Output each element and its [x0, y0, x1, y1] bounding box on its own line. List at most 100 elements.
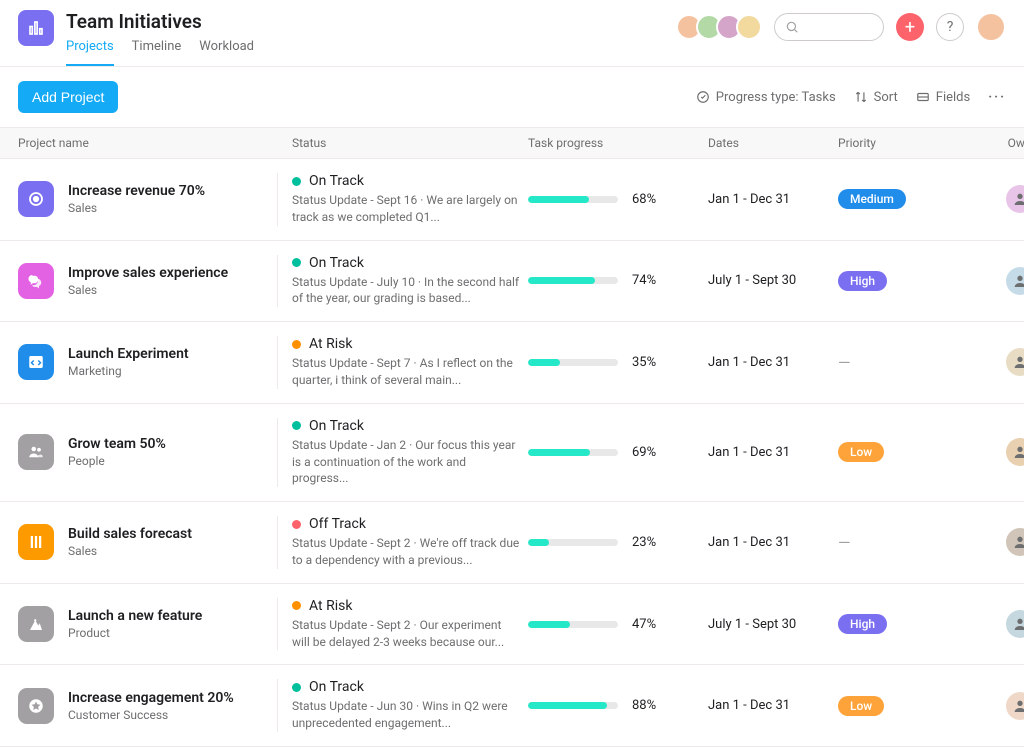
priority-cell[interactable]: — — [838, 533, 948, 552]
status-cell[interactable]: Off Track Status Update - Sept 2 · We're… — [278, 516, 528, 569]
owner-cell[interactable] — [948, 438, 1024, 466]
project-cell[interactable]: Increase engagement 20% Customer Success — [18, 679, 278, 732]
col-priority[interactable]: Priority — [838, 136, 948, 150]
status-cell[interactable]: On Track Status Update - Jan 2 · Our foc… — [278, 418, 528, 487]
priority-cell[interactable]: — — [838, 353, 948, 372]
status-cell[interactable]: On Track Status Update - July 10 · In th… — [278, 255, 528, 308]
project-icon — [18, 263, 54, 299]
project-cell[interactable]: Launch a new feature Product — [18, 598, 278, 651]
dates-cell[interactable]: July 1 - Sept 30 — [708, 273, 838, 288]
col-owner[interactable]: Owner — [948, 136, 1024, 150]
project-row[interactable]: Build sales forecast Sales Off Track Sta… — [0, 502, 1024, 584]
owner-cell[interactable] — [948, 610, 1024, 638]
owner-avatar[interactable] — [1006, 528, 1024, 556]
col-project[interactable]: Project name — [18, 136, 278, 150]
priority-cell[interactable]: Low — [838, 442, 948, 462]
page-title: Team Initiatives — [66, 10, 254, 33]
status-update: Status Update - Sept 16 · We are largely… — [292, 192, 520, 226]
priority-badge: Low — [838, 442, 884, 462]
tab-projects[interactable]: Projects — [66, 39, 114, 66]
project-name: Launch Experiment — [68, 346, 189, 362]
project-cell[interactable]: Build sales forecast Sales — [18, 516, 278, 569]
project-row[interactable]: Increase revenue 70% Sales On Track Stat… — [0, 159, 1024, 241]
owner-avatar[interactable] — [1006, 692, 1024, 720]
more-button[interactable]: ··· — [988, 90, 1006, 105]
sort-button[interactable]: Sort — [854, 90, 898, 105]
tab-workload[interactable]: Workload — [199, 39, 254, 66]
status-update: Status Update - Jan 2 · Our focus this y… — [292, 437, 520, 487]
col-status[interactable]: Status — [278, 136, 528, 150]
status-dot-icon — [292, 520, 301, 529]
priority-cell[interactable]: High — [838, 614, 948, 634]
status-update: Status Update - Jun 30 · Wins in Q2 were… — [292, 698, 520, 732]
priority-cell[interactable]: Low — [838, 696, 948, 716]
project-cell[interactable]: Launch Experiment Marketing — [18, 336, 278, 389]
owner-cell[interactable] — [948, 185, 1024, 213]
project-cell[interactable]: Improve sales experience Sales — [18, 255, 278, 308]
search-input[interactable] — [774, 13, 884, 41]
dates-cell[interactable]: July 1 - Sept 30 — [708, 617, 838, 632]
project-icon — [18, 344, 54, 380]
owner-avatar[interactable] — [1006, 348, 1024, 376]
status-cell[interactable]: At Risk Status Update - Sept 7 · As I re… — [278, 336, 528, 389]
user-avatar[interactable] — [976, 12, 1006, 42]
avatar-stack[interactable] — [676, 14, 762, 40]
dates-cell[interactable]: Jan 1 - Dec 31 — [708, 535, 838, 550]
status-cell[interactable]: At Risk Status Update - Sept 2 · Our exp… — [278, 598, 528, 651]
project-icon — [18, 688, 54, 724]
col-progress[interactable]: Task progress — [528, 136, 708, 150]
progress-cell: 47% — [528, 617, 708, 632]
add-button[interactable]: + — [896, 13, 924, 41]
priority-badge: High — [838, 614, 887, 634]
progress-type-filter[interactable]: Progress type: Tasks — [696, 90, 836, 105]
owner-cell[interactable] — [948, 692, 1024, 720]
tabs: Projects Timeline Workload — [66, 39, 254, 66]
project-cell[interactable]: Grow team 50% People — [18, 418, 278, 487]
progress-percent: 47% — [632, 617, 656, 632]
priority-cell[interactable]: Medium — [838, 189, 948, 209]
progress-bar — [528, 449, 618, 456]
progress-bar — [528, 539, 618, 546]
status-update: Status Update - July 10 · In the second … — [292, 274, 520, 308]
dates-cell[interactable]: Jan 1 - Dec 31 — [708, 445, 838, 460]
progress-bar — [528, 196, 618, 203]
project-name: Grow team 50% — [68, 436, 166, 452]
project-cell[interactable]: Increase revenue 70% Sales — [18, 173, 278, 226]
dates-cell[interactable]: Jan 1 - Dec 31 — [708, 698, 838, 713]
tab-timeline[interactable]: Timeline — [132, 39, 182, 66]
dates-cell[interactable]: Jan 1 - Dec 31 — [708, 355, 838, 370]
avatar[interactable] — [736, 14, 762, 40]
owner-cell[interactable] — [948, 267, 1024, 295]
owner-avatar[interactable] — [1006, 185, 1024, 213]
project-row[interactable]: Improve sales experience Sales On Track … — [0, 241, 1024, 323]
progress-cell: 35% — [528, 355, 708, 370]
status-dot-icon — [292, 683, 301, 692]
project-name: Improve sales experience — [68, 265, 228, 281]
help-button[interactable]: ? — [936, 13, 964, 41]
owner-cell[interactable] — [948, 528, 1024, 556]
project-team: Customer Success — [68, 708, 234, 722]
status-label: At Risk — [309, 336, 352, 352]
project-row[interactable]: Grow team 50% People On Track Status Upd… — [0, 404, 1024, 502]
owner-avatar[interactable] — [1006, 610, 1024, 638]
owner-cell[interactable] — [948, 348, 1024, 376]
owner-avatar[interactable] — [1006, 267, 1024, 295]
project-row[interactable]: Launch Experiment Marketing At Risk Stat… — [0, 322, 1024, 404]
add-project-button[interactable]: Add Project — [18, 81, 118, 113]
project-row[interactable]: Increase engagement 20% Customer Success… — [0, 665, 1024, 747]
progress-bar — [528, 702, 618, 709]
status-cell[interactable]: On Track Status Update - Sept 16 · We ar… — [278, 173, 528, 226]
status-cell[interactable]: On Track Status Update - Jun 30 · Wins i… — [278, 679, 528, 732]
status-label: Off Track — [309, 516, 366, 532]
status-label: On Track — [309, 173, 364, 189]
priority-cell[interactable]: High — [838, 271, 948, 291]
project-team: Marketing — [68, 364, 189, 378]
progress-percent: 23% — [632, 535, 656, 550]
project-icon — [18, 524, 54, 560]
col-dates[interactable]: Dates — [708, 136, 838, 150]
dates-cell[interactable]: Jan 1 - Dec 31 — [708, 192, 838, 207]
status-dot-icon — [292, 601, 301, 610]
fields-button[interactable]: Fields — [916, 90, 970, 105]
project-row[interactable]: Launch a new feature Product At Risk Sta… — [0, 584, 1024, 666]
owner-avatar[interactable] — [1006, 438, 1024, 466]
